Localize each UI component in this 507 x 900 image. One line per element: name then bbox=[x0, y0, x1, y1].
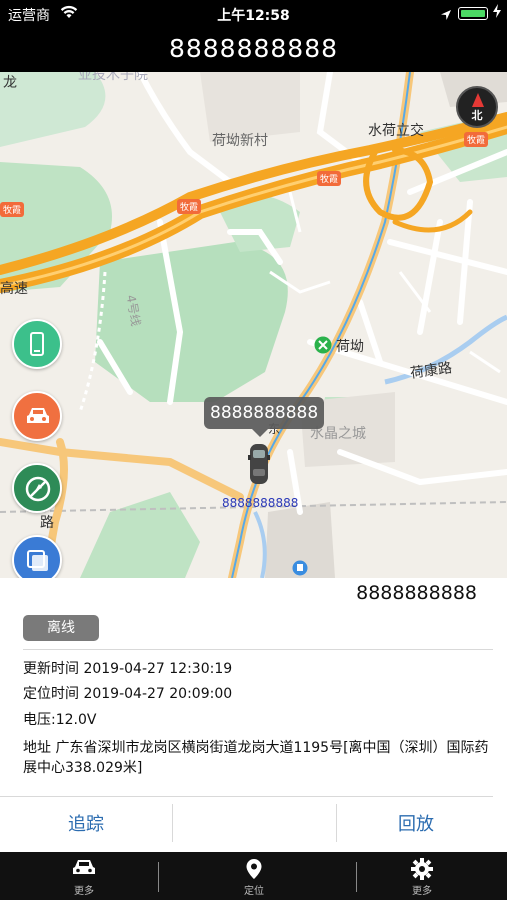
car-icon bbox=[27, 408, 49, 423]
status-time: 上午12:58 bbox=[217, 8, 290, 24]
phone-button[interactable] bbox=[12, 319, 62, 369]
nav-header: 8888888888 bbox=[0, 28, 507, 72]
vehicle-info-bubble[interactable]: 8888888888 bbox=[204, 397, 325, 437]
track-button[interactable]: 追踪 bbox=[0, 798, 172, 852]
vehicle-button[interactable] bbox=[12, 391, 62, 441]
separator bbox=[172, 804, 173, 842]
status-badge: 离线 bbox=[23, 615, 99, 641]
map-label-hekeng-village: 荷坳新村 bbox=[212, 133, 268, 149]
tab-more[interactable]: 更多 bbox=[372, 852, 472, 900]
tab-bar: 更多 定位 更多 bbox=[0, 852, 507, 900]
position-time: 定位时间 2019-04-27 20:09:00 bbox=[23, 686, 233, 702]
road-badge: 牧霞 bbox=[177, 199, 202, 214]
compass-needle-icon bbox=[472, 93, 484, 107]
map-label-interchange: 水荷立交 bbox=[368, 123, 424, 139]
compass-north-label: 北 bbox=[471, 109, 483, 122]
map-label-area: 亚投木子院 bbox=[78, 72, 148, 83]
tab-separator bbox=[158, 862, 159, 892]
update-time: 更新时间 2019-04-27 12:30:19 bbox=[23, 661, 233, 677]
map-layers-button[interactable] bbox=[12, 535, 62, 578]
location-pin-icon bbox=[246, 859, 262, 879]
tab-label: 更多 bbox=[412, 886, 432, 897]
status-bar: 运营商 上午12:58 bbox=[0, 0, 507, 28]
map-label-expressway-gao: 高速 bbox=[0, 281, 28, 297]
action-bar: 追踪 回放 bbox=[0, 798, 507, 852]
divider bbox=[0, 796, 493, 797]
no-fence-icon bbox=[25, 476, 51, 502]
road-badge: 牧霞 bbox=[464, 132, 489, 147]
charging-icon bbox=[492, 4, 502, 21]
car-icon bbox=[73, 860, 95, 874]
map-label-road-long: 龙 bbox=[3, 75, 17, 91]
metro-station-icon bbox=[314, 336, 332, 358]
address: 地址 广东省深圳市龙岗区横岗街道龙岗大道1195号[离中国（深圳）国际药展中心3… bbox=[23, 740, 489, 776]
voltage: 电压:12.0V bbox=[23, 712, 97, 728]
map-label-hekeng-station: 荷坳 bbox=[336, 339, 364, 355]
tab-vehicles[interactable]: 更多 bbox=[34, 852, 134, 900]
divider bbox=[23, 649, 493, 650]
vehicle-info-panel: 8888888888 离线 更新时间 2019-04-27 12:30:19 定… bbox=[0, 578, 507, 852]
battery-icon bbox=[458, 7, 488, 20]
tab-label: 更多 bbox=[74, 886, 94, 897]
tab-location[interactable]: 定位 bbox=[204, 852, 304, 900]
page-title: 8888888888 bbox=[168, 34, 339, 63]
phone-icon bbox=[30, 332, 44, 356]
bus-stop-icon bbox=[292, 560, 308, 578]
road-badge: 牧霞 bbox=[317, 171, 342, 186]
map-view[interactable]: 亚投木子院 荷坳新村 水荷立交 高速 龙 4号线 路 东 荷坳 荷康路 水晶之城… bbox=[0, 72, 507, 578]
gear-icon bbox=[411, 858, 433, 880]
playback-button[interactable]: 回放 bbox=[336, 798, 496, 852]
tab-label: 定位 bbox=[244, 886, 264, 897]
road-badge: 牧霞 bbox=[0, 202, 25, 217]
layers-icon bbox=[27, 550, 48, 571]
vehicle-car-icon[interactable] bbox=[248, 443, 270, 489]
tab-separator bbox=[356, 862, 357, 892]
compass-button[interactable]: 北 bbox=[456, 86, 498, 128]
vehicle-map-label: 8888888888 bbox=[222, 496, 299, 510]
map-label-road-lu: 路 bbox=[40, 515, 54, 531]
vehicle-plate: 8888888888 bbox=[356, 582, 477, 604]
location-arrow-icon bbox=[440, 6, 452, 25]
fence-button[interactable] bbox=[12, 463, 62, 513]
